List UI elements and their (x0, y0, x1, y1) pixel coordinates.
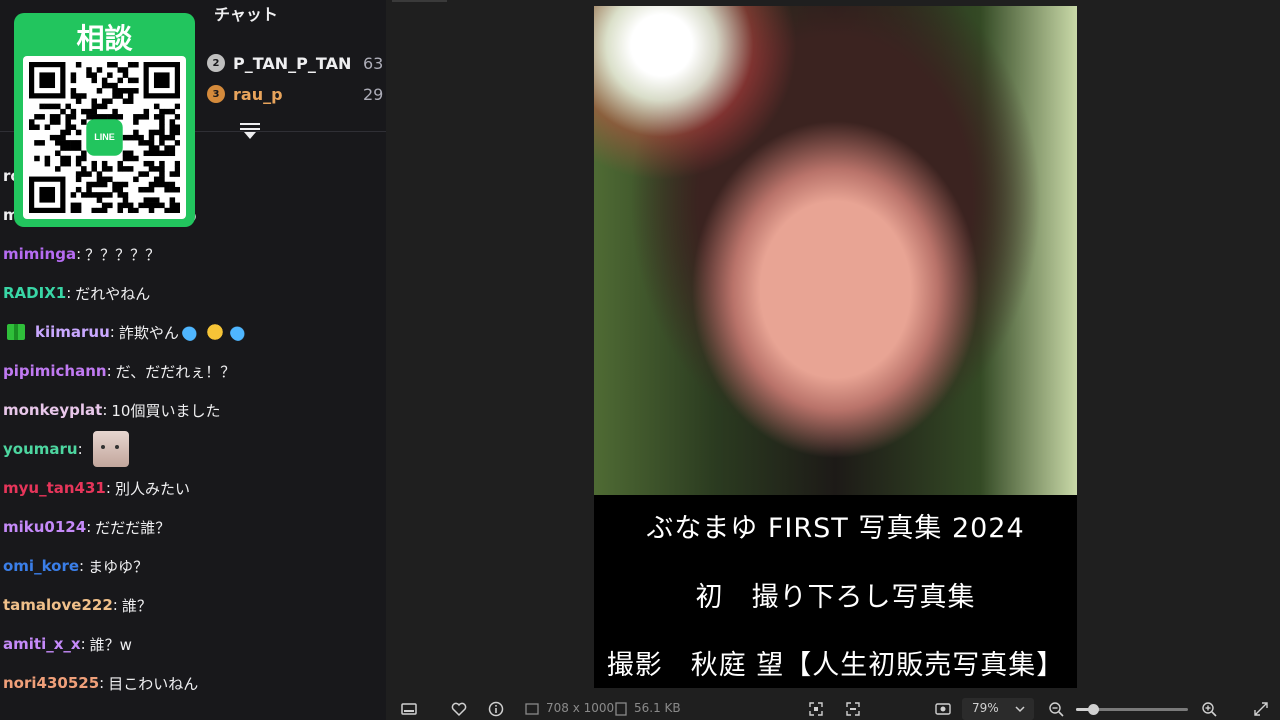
chat-separator: : (102, 401, 108, 419)
zoom-out-icon[interactable] (1047, 700, 1065, 718)
info-icon[interactable] (487, 700, 505, 718)
chat-message-text: 別人みたい (114, 479, 190, 498)
chat-separator: : (105, 479, 111, 497)
heart-icon[interactable] (450, 700, 468, 718)
chat-message-text: 10個買いました (111, 401, 221, 420)
qr-code: LINE (23, 56, 186, 219)
laughing-emoji-icon (205, 323, 224, 341)
zoom-in-icon[interactable] (1200, 700, 1218, 718)
chat-title: チャット (214, 5, 278, 24)
sweat-emoji-icon (181, 323, 200, 341)
chat-separator: : (77, 440, 83, 458)
leaderboard-name: P_TAN_P_TAN (233, 53, 352, 73)
sweat-emoji-icon (229, 323, 248, 341)
chat-message: omi_kore: まゆゆ？ (3, 555, 148, 577)
gift-badge-icon (7, 324, 25, 340)
rank-badge: 2 (207, 54, 225, 72)
chat-message: miminga:？？？？？ (3, 243, 160, 265)
caption-line: 撮影 秋庭 望【人生初販売写真集】 (606, 650, 1065, 681)
chat-message-text: 目こわいねん (108, 674, 199, 693)
portrait-photo (594, 6, 1077, 495)
chat-message-text: だれやねん (75, 284, 151, 303)
image-dimensions: 708 x 1000 (546, 701, 615, 715)
chat-separator: : (79, 557, 85, 575)
chat-separator: : (112, 596, 118, 614)
chat-username[interactable]: kiimaruu (35, 323, 110, 341)
chat-username[interactable]: monkeyplat (3, 401, 102, 419)
chat-username[interactable]: omi_kore (3, 557, 79, 575)
chat-message-text: だだだ誰？ (95, 518, 171, 537)
chat-separator: : (99, 674, 105, 692)
chevron-down-icon (1015, 706, 1025, 713)
svg-text:LINE: LINE (94, 132, 115, 142)
chat-separator: : (86, 518, 92, 536)
leaderboard-score: 63 (363, 53, 384, 73)
chat-separator: : (106, 362, 112, 380)
caption-line: ぶなまゆ FIRST 写真集 2024 (646, 513, 1025, 544)
viewer-tab-indicator (392, 0, 447, 2)
chat-message-text: 誰？ (121, 596, 152, 615)
chat-message: nori430525: 目こわいねん (3, 672, 198, 694)
chat-message-text: まゆゆ？ (88, 557, 149, 576)
qr-code-image: LINE (29, 62, 180, 213)
leaderboard-score: 29 (363, 84, 384, 104)
chat-message: miku0124: だだだ誰？ (3, 516, 170, 538)
zoom-slider-handle[interactable] (1087, 704, 1099, 715)
cat-emote-icon (92, 431, 129, 467)
line-qr-card: 相談 LINE (14, 13, 195, 227)
chat-message: RADIX1: だれやねん (3, 282, 150, 304)
leaderboard-name: rau_p (233, 84, 283, 104)
expand-icon[interactable] (1252, 700, 1270, 718)
filmstrip-icon[interactable] (400, 700, 418, 718)
chat-message-text: だ、だだれぇ！？ (115, 362, 236, 381)
chat-separator: : (76, 245, 82, 263)
leaderboard-row[interactable]: 2 P_TAN_P_TAN 63 (207, 51, 386, 75)
leaderboard-row[interactable]: 3 rau_p 29 (207, 82, 386, 106)
image-viewer: ぶなまゆ FIRST 写真集 2024 初 撮り下ろし写真集 撮影 秋庭 望【人… (386, 0, 1280, 720)
chat-separator: : (80, 635, 86, 653)
rank-badge: 3 (207, 85, 225, 103)
chat-panel: チャット 2 P_TAN_P_TAN 63 3 rau_p 29 相談 LINE (0, 0, 386, 720)
chat-username[interactable]: miminga (3, 245, 76, 263)
chat-username[interactable]: amiti_x_x (3, 635, 81, 653)
chat-username[interactable]: RADIX1 (3, 284, 66, 302)
chat-message: kiimaruu: 詐欺やん (3, 321, 251, 343)
photo-image: ぶなまゆ FIRST 写真集 2024 初 撮り下ろし写真集 撮影 秋庭 望【人… (594, 6, 1077, 688)
fit-screen-icon[interactable] (807, 700, 825, 718)
chat-message: youmaru: (3, 431, 129, 467)
chat-message-text: ？？？？？ (85, 245, 161, 264)
caption-line: 初 撮り下ろし写真集 (695, 582, 976, 613)
zoom-slider[interactable] (1076, 704, 1188, 715)
qr-title: 相談 (76, 22, 133, 55)
file-size-icon (615, 702, 627, 716)
app-window: チャット 2 P_TAN_P_TAN 63 3 rau_p 29 相談 LINE (0, 0, 1280, 720)
chat-separator: : (109, 323, 115, 341)
chat-message-text: 詐欺やん (118, 323, 179, 342)
chat-username[interactable]: miku0124 (3, 518, 86, 536)
chat-username[interactable]: pipimichann (3, 362, 107, 380)
chat-message-text: 誰？w (89, 635, 132, 654)
zoom-value: 79% (972, 701, 999, 715)
chat-username[interactable]: youmaru (3, 440, 78, 458)
collapse-leaderboard-icon[interactable] (238, 120, 262, 142)
chat-message: myu_tan431: 別人みたい (3, 477, 190, 499)
file-size: 56.1 KB (634, 701, 681, 715)
chat-username[interactable]: myu_tan431 (3, 479, 106, 497)
chat-username[interactable]: nori430525 (3, 674, 99, 692)
zoom-select[interactable]: 79% (962, 698, 1034, 720)
viewer-toolbar: 708 x 1000 56.1 KB 79% (386, 698, 1280, 720)
chat-message: pipimichann: だ、だだれぇ！？ (3, 360, 235, 382)
fullscreen-icon[interactable] (844, 700, 862, 718)
screenshot-icon[interactable] (934, 700, 952, 718)
chat-separator: : (66, 284, 72, 302)
chat-message: amiti_x_x: 誰？w (3, 633, 132, 655)
dimensions-icon (525, 703, 539, 715)
chat-username[interactable]: tamalove222 (3, 596, 113, 614)
chat-message: tamalove222: 誰？ (3, 594, 152, 616)
chat-message: monkeyplat:10個買いました (3, 399, 220, 421)
